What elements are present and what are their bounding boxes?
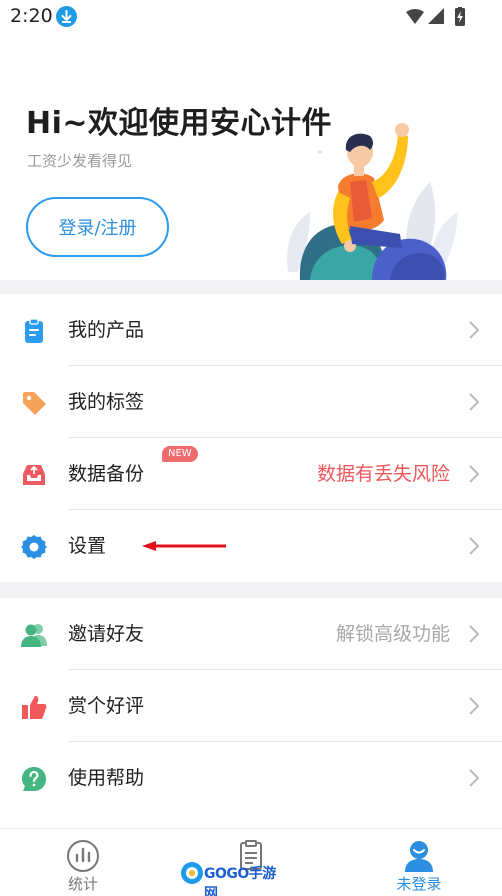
menu-item-label: 设置 (68, 535, 107, 557)
tab-label: 未登录 (396, 875, 442, 893)
watermark-logo: GOGO手游网 (180, 859, 280, 896)
menu-item-rate-app[interactable]: 赏个好评 (0, 670, 502, 742)
bottom-navigation: 统计 记件 GOGO手游网 未登录 (0, 828, 502, 896)
menu-item-label: 我的产品 (68, 319, 145, 341)
status-time: 2:20 (10, 5, 53, 27)
watermark-text: GOGO手游网 (204, 866, 276, 896)
users-icon (21, 624, 47, 647)
login-register-button[interactable]: 登录/注册 (26, 197, 169, 257)
user-icon (405, 841, 433, 872)
thumbs-up-icon (22, 696, 47, 719)
section-spacer (0, 280, 502, 294)
menu-item-label: 使用帮助 (68, 767, 145, 789)
menu-group-secondary: 邀请好友 解锁高级功能 赏个好评 使用帮助 (0, 598, 502, 814)
chevron-right-icon (469, 697, 480, 715)
chart-icon (67, 840, 99, 872)
backup-risk-hint: 数据有丢失风险 (316, 463, 450, 485)
section-spacer (0, 582, 502, 598)
page-subtitle: 工资少发看得见 (27, 152, 133, 170)
menu-item-data-backup[interactable]: 数据备份 NEW 数据有丢失风险 (0, 438, 502, 510)
download-icon (56, 6, 77, 27)
help-bubble-icon (22, 767, 46, 791)
gear-icon (21, 535, 47, 559)
menu-item-my-products[interactable]: 我的产品 (0, 294, 502, 366)
menu-item-label: 我的标签 (68, 391, 145, 413)
chevron-right-icon (469, 321, 480, 339)
menu-item-settings[interactable]: 设置 (0, 510, 502, 582)
welcome-header: Hi~欢迎使用安心计件 工资少发看得见 登录/注册 (0, 34, 502, 280)
menu-item-label: 数据备份 (68, 463, 145, 485)
clipboard-icon (25, 318, 43, 343)
status-bar: 2:20 (0, 0, 502, 34)
menu-item-label: 邀请好友 (68, 623, 145, 645)
menu-item-invite-friends[interactable]: 邀请好友 解锁高级功能 (0, 598, 502, 670)
backup-tray-icon (23, 465, 45, 485)
chevron-right-icon (469, 393, 480, 411)
new-badge: NEW (162, 446, 198, 462)
annotation-arrow-icon (142, 541, 226, 551)
menu-item-label: 赏个好评 (68, 695, 145, 717)
menu-item-help[interactable]: 使用帮助 (0, 742, 502, 814)
chevron-right-icon (469, 769, 480, 787)
chevron-right-icon (469, 465, 480, 483)
chevron-right-icon (469, 537, 480, 555)
tab-not-logged-in[interactable]: 未登录 (359, 829, 479, 896)
system-status-icons (406, 7, 465, 26)
welcome-illustration (287, 123, 458, 280)
menu-group-primary: 我的产品 我的标签 数据备份 NEW 数据有丢失风险 设置 (0, 294, 502, 582)
unlock-features-hint: 解锁高级功能 (335, 623, 450, 645)
chevron-right-icon (469, 625, 480, 643)
tab-statistics[interactable]: 统计 (23, 829, 143, 896)
menu-item-my-tags[interactable]: 我的标签 (0, 366, 502, 438)
tab-label: 统计 (67, 875, 98, 893)
tag-icon (23, 392, 46, 415)
